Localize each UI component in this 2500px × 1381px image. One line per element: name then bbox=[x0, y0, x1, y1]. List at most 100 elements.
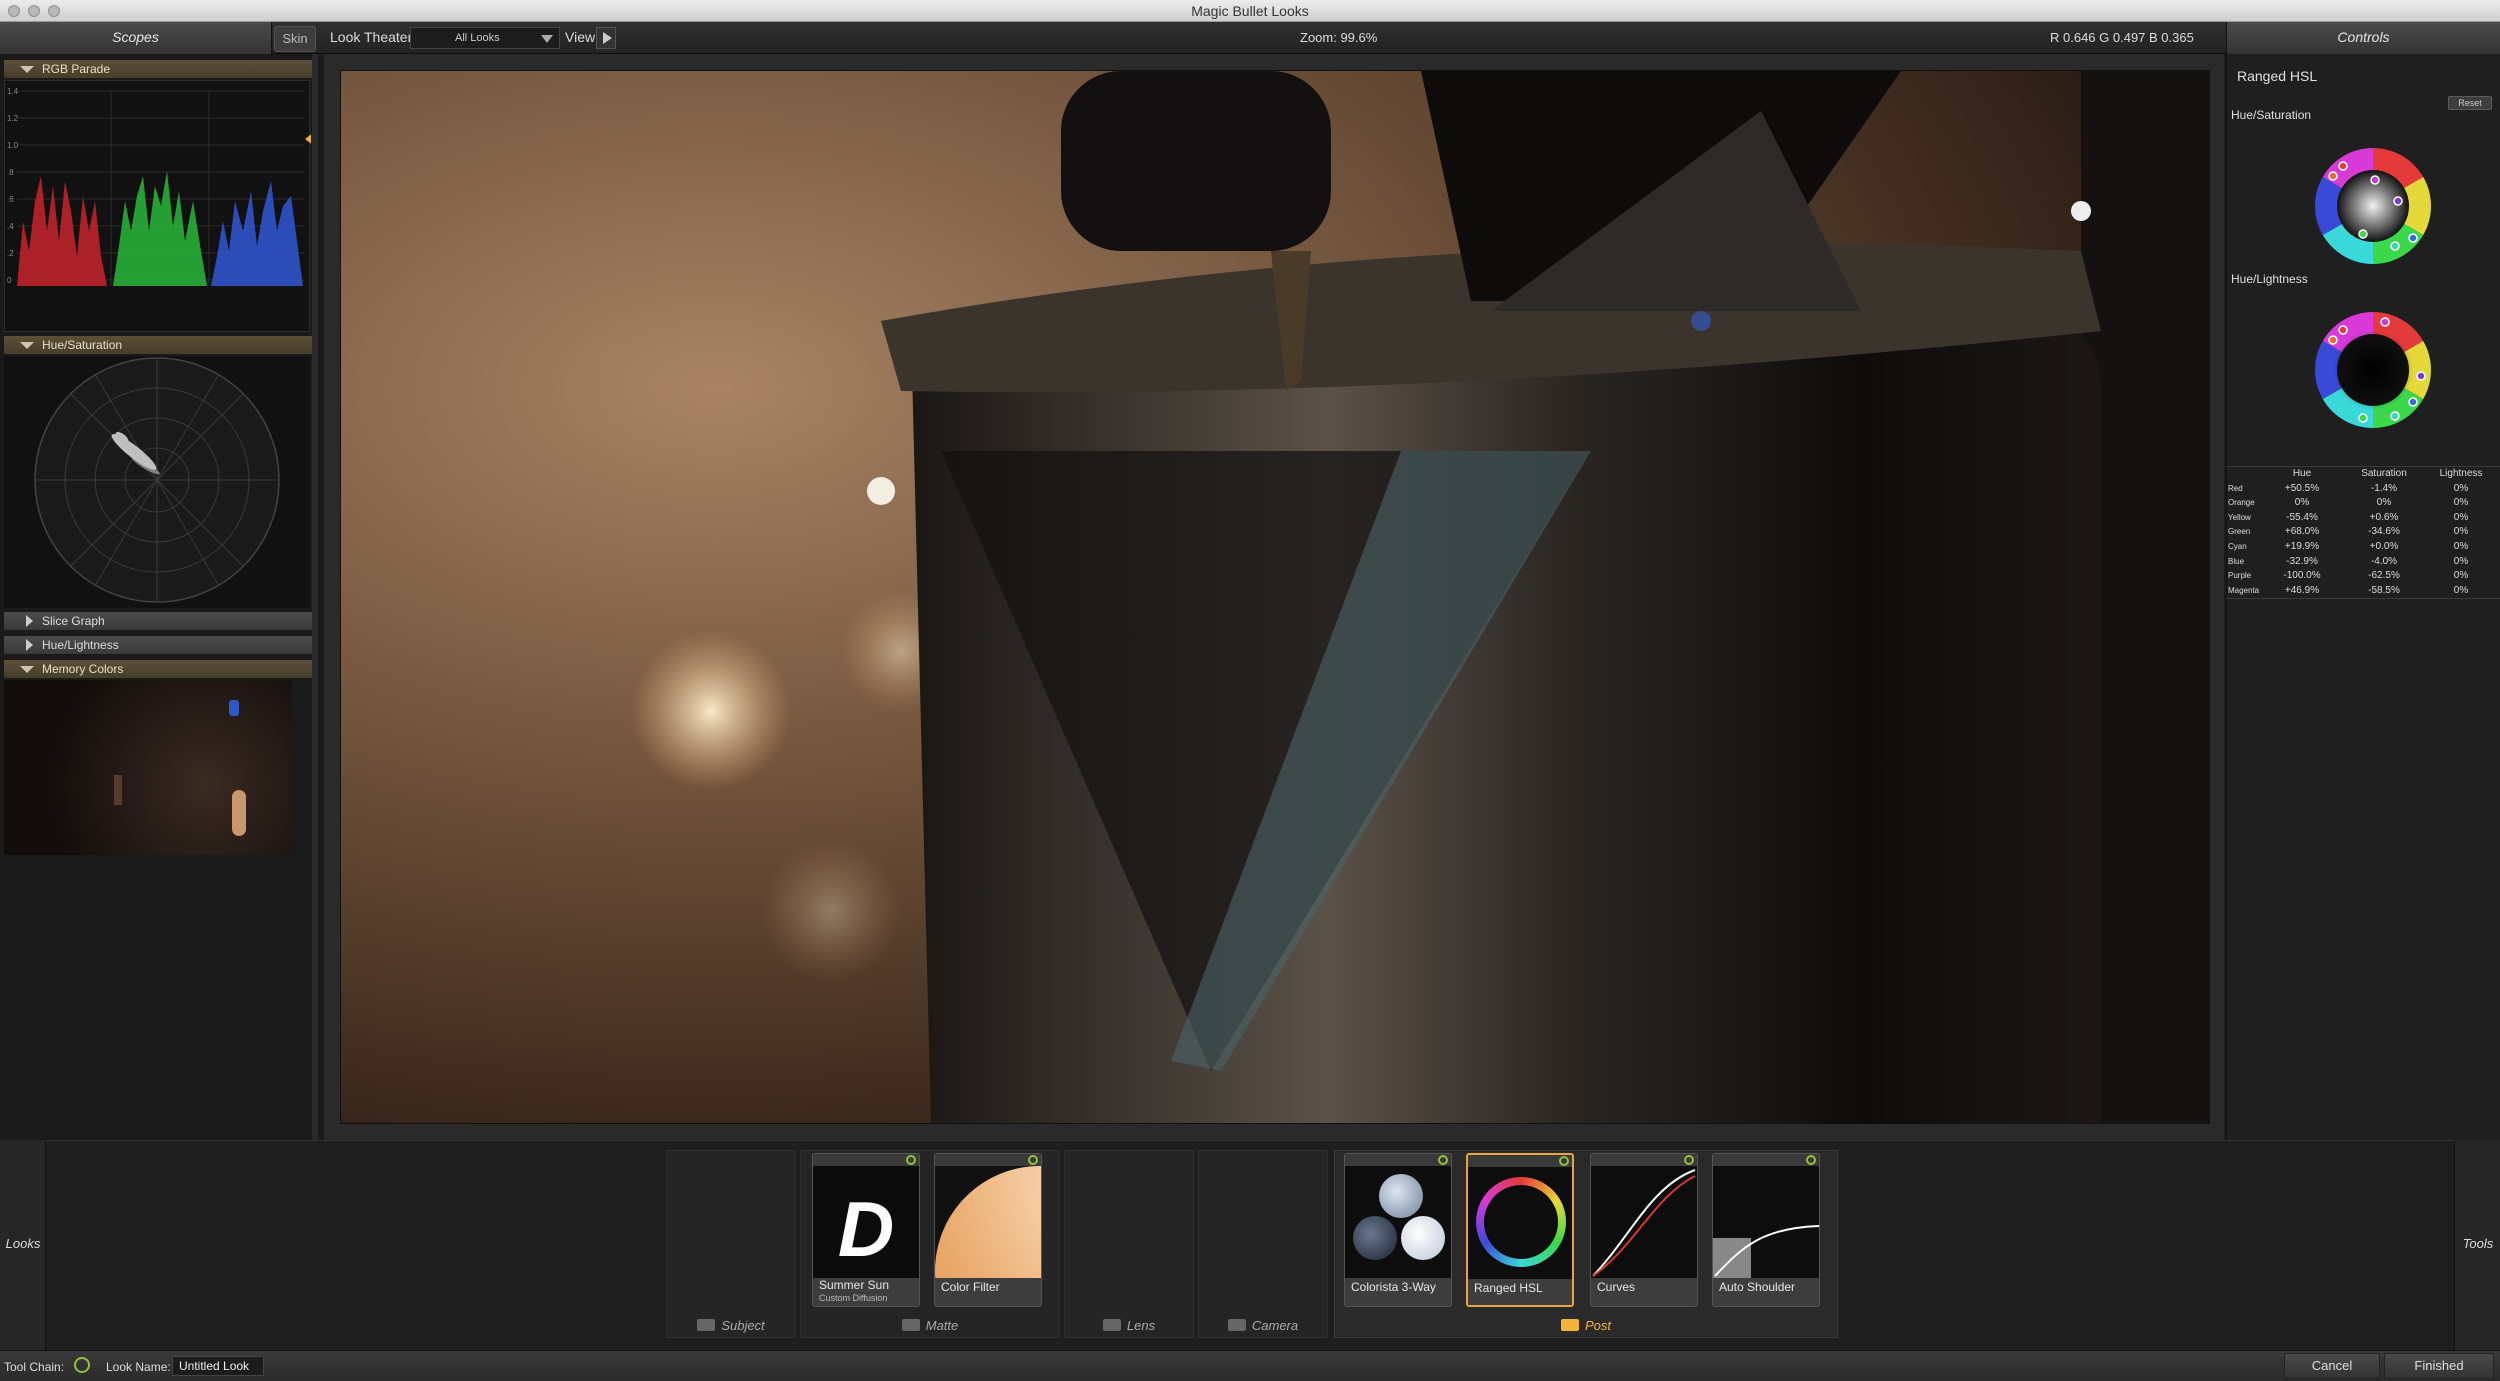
expand-triangle-icon bbox=[26, 615, 33, 627]
table-row[interactable]: Orange 0% 0% 0% bbox=[2226, 496, 2500, 511]
row-lightness-value: 0% bbox=[2453, 511, 2469, 523]
table-row[interactable]: Green +68.0% -34.6% 0% bbox=[2226, 525, 2500, 540]
stage-camera-label: Camera bbox=[1251, 1318, 1299, 1333]
look-name-input[interactable]: Untitled Look bbox=[172, 1356, 264, 1376]
table-row[interactable]: Red +50.5% -1.4% 0% bbox=[2226, 482, 2500, 497]
parade-tick-label: 1.0 bbox=[7, 141, 19, 150]
summer-sun-glyph: D bbox=[837, 1185, 895, 1273]
scopes-tab[interactable]: Scopes bbox=[0, 22, 272, 54]
looks-drawer-tab[interactable]: Looks bbox=[0, 1140, 46, 1350]
tool-color-filter[interactable]: Color Filter bbox=[934, 1153, 1042, 1307]
summer-sun-sublabel: Custom Diffusion bbox=[819, 1293, 888, 1303]
table-header-saturation: Saturation bbox=[2361, 468, 2407, 479]
stage-matte-label: Matte bbox=[925, 1318, 959, 1333]
skin-tab[interactable]: Skin bbox=[274, 26, 316, 52]
tool-chain-label: Tool Chain: bbox=[4, 1360, 65, 1374]
close-window-button[interactable] bbox=[8, 5, 20, 17]
status-bar: Tool Chain: Look Name: Untitled Look Can… bbox=[0, 1350, 2500, 1381]
stage-camera[interactable]: Camera bbox=[1198, 1150, 1328, 1338]
row-color-name: Blue bbox=[2228, 556, 2245, 566]
slice-graph-label: Slice Graph bbox=[42, 614, 105, 628]
subject-icon bbox=[697, 1319, 716, 1331]
rgb-parade-header[interactable]: RGB Parade bbox=[4, 60, 312, 78]
colorista-label: Colorista 3-Way bbox=[1345, 1278, 1451, 1306]
collapse-triangle-icon bbox=[20, 342, 34, 349]
play-button[interactable] bbox=[596, 27, 616, 49]
slice-graph-header[interactable]: Slice Graph bbox=[4, 612, 312, 630]
hue-lightness-scope-label: Hue/Lightness bbox=[42, 638, 119, 652]
row-saturation-value: +0.6% bbox=[2369, 511, 2399, 523]
zoom-window-button[interactable] bbox=[48, 5, 60, 17]
look-theater-label: Look Theater bbox=[330, 29, 413, 45]
memory-colors-header[interactable]: Memory Colors bbox=[4, 660, 312, 678]
power-icon[interactable] bbox=[1684, 1155, 1694, 1165]
stage-subject[interactable]: Subject bbox=[666, 1150, 796, 1338]
hue-saturation-control-label: Hue/Saturation bbox=[2231, 108, 2312, 122]
post-icon bbox=[1560, 1319, 1579, 1331]
cancel-button[interactable]: Cancel bbox=[2284, 1353, 2380, 1379]
tool-chain-power-icon[interactable] bbox=[74, 1357, 90, 1373]
view-menu[interactable]: View bbox=[565, 29, 595, 45]
table-header-hue: Hue bbox=[2292, 468, 2312, 479]
row-saturation-value: -62.5% bbox=[2368, 570, 2400, 582]
power-icon[interactable] bbox=[1806, 1155, 1816, 1165]
hue-lightness-wheel[interactable] bbox=[2313, 310, 2433, 430]
hue-saturation-wheel[interactable] bbox=[2313, 146, 2433, 266]
controls-title: Ranged HSL bbox=[2237, 68, 2318, 84]
tool-ranged-hsl[interactable]: Ranged HSL bbox=[1466, 1153, 1574, 1307]
stage-lens-label: Lens bbox=[1126, 1318, 1156, 1333]
curves-label: Curves bbox=[1591, 1278, 1697, 1306]
color-filter-label: Color Filter bbox=[935, 1278, 1041, 1306]
curves-icon bbox=[1592, 1169, 1696, 1277]
hue-saturation-scope-header[interactable]: Hue/Saturation bbox=[4, 336, 312, 354]
parade-tick-label: .8 bbox=[7, 168, 14, 177]
table-row[interactable]: Blue -32.9% -4.0% 0% bbox=[2226, 555, 2500, 570]
finished-button[interactable]: Finished bbox=[2384, 1353, 2494, 1379]
controls-tab[interactable]: Controls bbox=[2226, 22, 2500, 54]
memory-colors-label: Memory Colors bbox=[42, 662, 124, 676]
row-hue-value: +46.9% bbox=[2284, 584, 2320, 596]
power-icon[interactable] bbox=[1438, 1155, 1448, 1165]
row-saturation-value: -1.4% bbox=[2370, 482, 2398, 494]
lens-icon bbox=[1102, 1319, 1121, 1331]
row-color-name: Green bbox=[2228, 527, 2251, 537]
parade-tick-label: 1.4 bbox=[7, 87, 19, 96]
summer-sun-label: Summer Sun bbox=[819, 1278, 890, 1292]
tools-drawer-tab[interactable]: Tools bbox=[2454, 1140, 2500, 1350]
row-hue-value: +19.9% bbox=[2284, 540, 2320, 552]
row-color-name: Cyan bbox=[2228, 541, 2247, 551]
ranged-hsl-table: Hue Saturation Lightness Red +50.5% -1.4… bbox=[2226, 466, 2500, 600]
matte-icon bbox=[901, 1319, 920, 1331]
table-row[interactable]: Yellow -55.4% +0.6% 0% bbox=[2226, 511, 2500, 526]
rgb-readout: R 0.646 G 0.497 B 0.365 bbox=[2050, 30, 2194, 45]
minimize-window-button[interactable] bbox=[28, 5, 40, 17]
reset-button[interactable]: Reset bbox=[2448, 96, 2492, 110]
row-color-name: Purple bbox=[2228, 571, 2252, 581]
tool-curves[interactable]: Curves bbox=[1590, 1153, 1698, 1307]
power-icon[interactable] bbox=[1559, 1156, 1569, 1166]
rgb-parade-graph: 1.4 1.2 1.0 .8 .6 .4 .2 0 bbox=[7, 87, 313, 286]
tool-colorista-3-way[interactable]: Colorista 3-Way bbox=[1344, 1153, 1452, 1307]
tool-summer-sun[interactable]: D Summer Sun Custom Diffusion bbox=[812, 1153, 920, 1307]
row-hue-value: +68.0% bbox=[2284, 526, 2320, 538]
table-row[interactable]: Cyan +19.9% +0.0% 0% bbox=[2226, 540, 2500, 555]
hue-lightness-control-label: Hue/Lightness bbox=[2231, 272, 2308, 286]
row-lightness-value: 0% bbox=[2453, 584, 2469, 596]
collapse-triangle-icon bbox=[20, 666, 34, 673]
row-hue-value: -32.9% bbox=[2286, 555, 2318, 567]
power-icon[interactable] bbox=[1028, 1155, 1038, 1165]
row-lightness-value: 0% bbox=[2453, 497, 2469, 509]
top-toolbar: Scopes Skin Look Theater All Looks View … bbox=[0, 22, 2500, 54]
preview-image[interactable] bbox=[340, 70, 2210, 1124]
tool-auto-shoulder[interactable]: Auto Shoulder bbox=[1712, 1153, 1820, 1307]
row-color-name: Orange bbox=[2228, 498, 2255, 508]
table-header-row: Hue Saturation Lightness bbox=[2226, 467, 2500, 482]
table-row[interactable]: Magenta +46.9% -58.5% 0% bbox=[2226, 584, 2500, 599]
power-icon[interactable] bbox=[906, 1155, 916, 1165]
hue-lightness-scope-header[interactable]: Hue/Lightness bbox=[4, 636, 312, 654]
stage-lens[interactable]: Lens bbox=[1064, 1150, 1194, 1338]
table-row[interactable]: Purple -100.0% -62.5% 0% bbox=[2226, 569, 2500, 584]
row-lightness-value: 0% bbox=[2453, 540, 2469, 552]
looks-dropdown[interactable]: All Looks bbox=[410, 27, 560, 49]
parade-tick-label: .4 bbox=[7, 222, 14, 231]
